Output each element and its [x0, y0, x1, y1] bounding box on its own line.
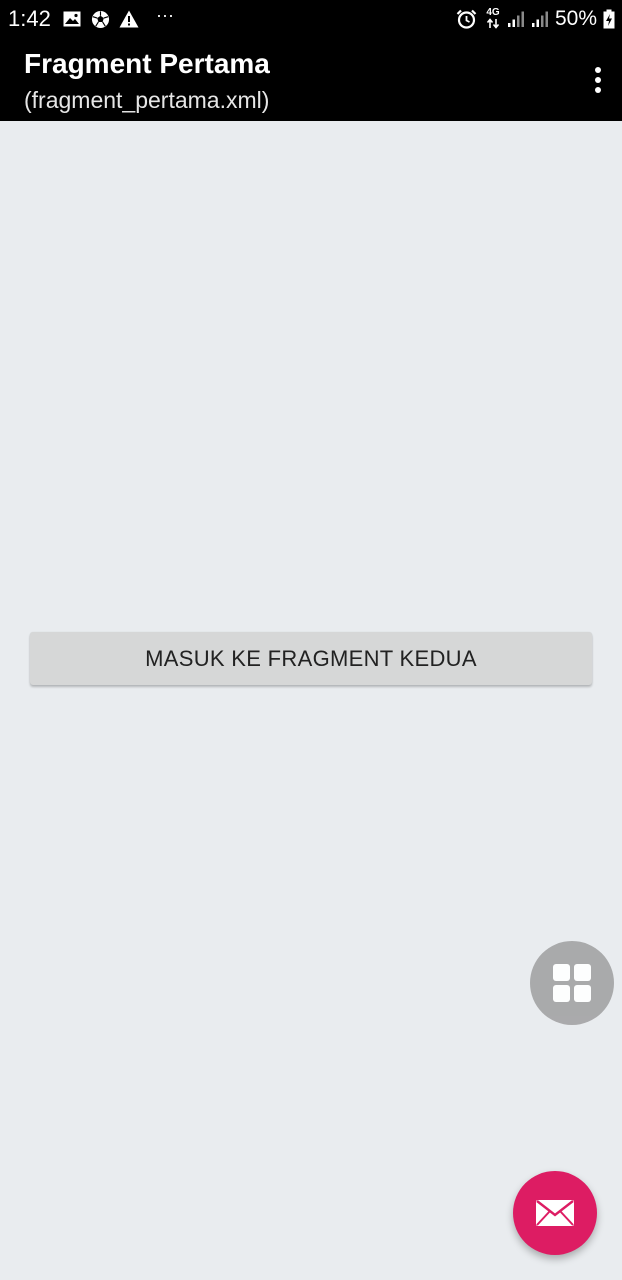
app-bar: Fragment Pertama (fragment_pertama.xml)	[0, 38, 622, 121]
mail-fab-button[interactable]	[513, 1171, 597, 1255]
status-time: 1:42	[8, 6, 51, 31]
signal-icon-secondary	[530, 8, 550, 30]
more-notifications-indicator: ···	[156, 4, 174, 25]
signal-icon	[506, 8, 526, 30]
overflow-dot	[595, 67, 601, 73]
page-title: Fragment Pertama	[24, 48, 270, 79]
battery-percent: 50%	[555, 7, 598, 30]
masuk-fragment-kedua-button[interactable]: MASUK KE FRAGMENT KEDUA	[30, 632, 592, 685]
alarm-icon	[455, 8, 477, 30]
mail-icon	[535, 1199, 575, 1227]
more-vert-icon[interactable]	[588, 60, 608, 100]
status-bar: 1:42 ··· 4G 50%	[0, 0, 622, 38]
battery-charging-icon	[602, 8, 616, 30]
data-arrows-icon: 4G	[484, 6, 502, 30]
page-subtitle: (fragment_pertama.xml)	[24, 87, 270, 113]
image-notification-icon	[62, 8, 82, 30]
network-type-label: 4G	[486, 6, 500, 18]
soccer-ball-icon	[90, 8, 110, 30]
grid-fab-button[interactable]	[530, 941, 614, 1025]
warning-icon	[118, 8, 140, 30]
overflow-dot	[595, 87, 601, 93]
overflow-dot	[595, 77, 601, 83]
grid-icon	[552, 963, 592, 1003]
